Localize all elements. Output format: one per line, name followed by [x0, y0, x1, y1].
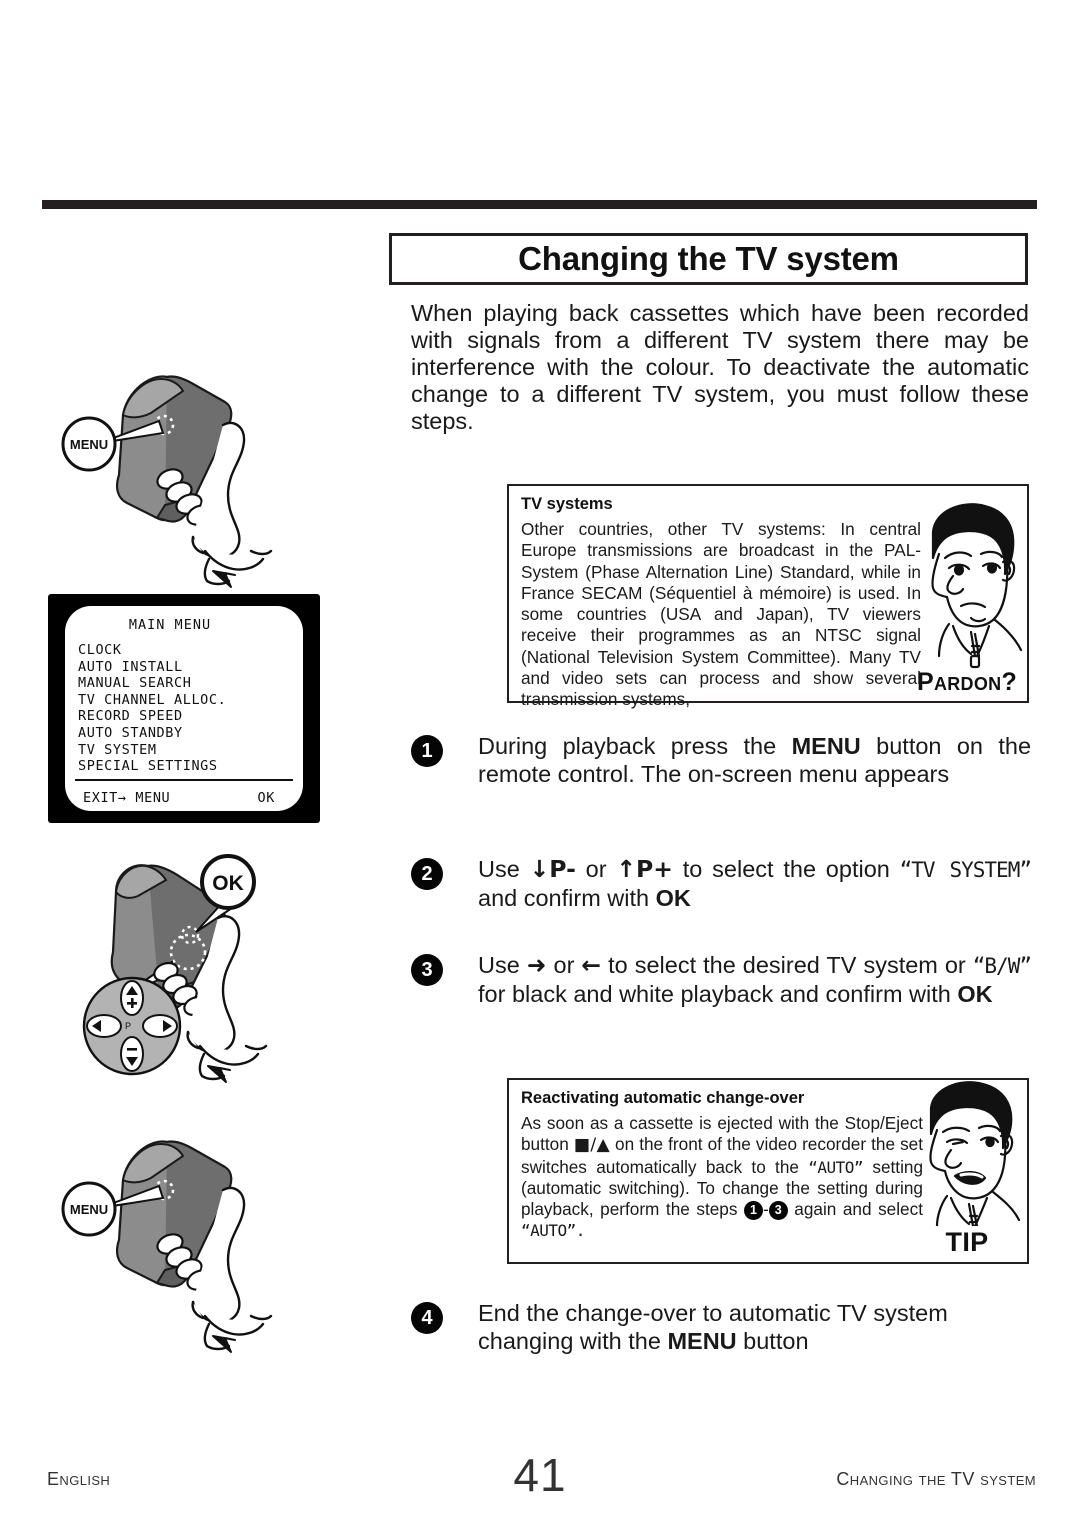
step-2-key-ok: OK	[655, 884, 691, 911]
step-2-text: Use ↓P- or ↑P+ to select the option “TV …	[478, 855, 1032, 912]
step-2-key-p-minus: ↓P-	[529, 855, 576, 883]
tip-auto-value-2: “AUTO”.	[521, 1221, 585, 1241]
footer-section-title: Changing the TV system	[836, 1469, 1036, 1489]
step-2-badge: 2	[411, 858, 443, 890]
intro-paragraph: When playing back cassettes which have b…	[411, 300, 1029, 435]
step-2-option-tv-system: “TV SYSTEM”	[899, 858, 1032, 882]
step-3-key-left-arrow: ←	[581, 951, 602, 979]
step-3-key-right-arrow: ➜	[526, 951, 547, 979]
tip-step-ref-dash: -	[762, 1199, 769, 1220]
step-3-or: or	[553, 952, 575, 978]
tip-step-ref-1: 1	[743, 1201, 763, 1221]
step-2-text-a: Use	[478, 856, 520, 882]
info-box-tv-systems: TV systems Other countries, other TV sys…	[507, 484, 1029, 709]
tip-body-part4: again and select	[794, 1199, 923, 1220]
callout-label-menu: MENU	[70, 437, 108, 452]
illustration-remote-menu-top: MENU	[55, 355, 345, 590]
step-3: 3 Use ➜ or ← to select the desired TV sy…	[411, 951, 1032, 1008]
osd-footer: EXIT→ MENU OK	[77, 790, 291, 806]
illustration-remote-menu-bottom: MENU	[55, 1120, 345, 1355]
remote-control-navigation-icon: OK P	[82, 854, 268, 1083]
callout-label-menu-2: MENU	[70, 1202, 108, 1217]
tip-step-ref-3: 3	[768, 1201, 788, 1221]
osd-item-manual-search[interactable]: MANUAL SEARCH	[78, 675, 303, 692]
osd-item-clock[interactable]: CLOCK	[78, 642, 303, 659]
page-title-box: Changing the TV system	[389, 233, 1028, 285]
step-1-key-menu: MENU	[791, 733, 861, 759]
info-box-tv-systems-body: Other countries, other TV systems: In ce…	[521, 519, 921, 710]
osd-item-special-settings[interactable]: SPECIAL SETTINGS	[78, 758, 303, 775]
step-2-text-b: to select the option	[682, 856, 890, 882]
pardon-label: Pardon?	[916, 668, 1018, 696]
pardon-character-illustration: Pardon?	[909, 496, 1025, 701]
osd-item-record-speed[interactable]: RECORD SPEED	[78, 708, 303, 725]
osd-ok-label[interactable]: OK	[258, 790, 291, 806]
remote-control-hand-icon-2: MENU	[61, 1140, 273, 1353]
callout-label-ok: OK	[212, 872, 244, 895]
info-box-tip-body: As soon as a cassette is ejected with th…	[521, 1113, 923, 1242]
step-2-or: or	[585, 856, 607, 882]
tip-label: TIP	[945, 1227, 989, 1257]
step-3-text-c: for black and white playback and confirm…	[478, 980, 951, 1007]
step-3-text: Use ➜ or ← to select the desired TV syst…	[478, 951, 1032, 1008]
illustration-remote-ok-navpad: OK P	[70, 840, 342, 1085]
info-box-tv-systems-text: TV systems Other countries, other TV sys…	[521, 495, 921, 711]
osd-item-tv-channel-alloc[interactable]: TV CHANNEL ALLOC.	[78, 692, 303, 709]
osd-exit-label[interactable]: EXIT→ MENU	[77, 790, 170, 806]
step-3-text-b: to select the desired TV system or	[608, 952, 966, 978]
step-4-text: End the change-over to automatic TV syst…	[478, 1300, 1031, 1355]
page-title: Changing the TV system	[518, 240, 899, 277]
step-4-badge: 4	[411, 1302, 443, 1334]
step-3-key-ok: OK	[957, 980, 993, 1007]
remote-control-hand-icon: MENU	[61, 375, 273, 588]
step-3-text-a: Use	[478, 952, 520, 978]
intro-text: When playing back cassettes which have b…	[411, 300, 1029, 434]
on-screen-menu-illustration: MAIN MENU CLOCK AUTO INSTALL MANUAL SEAR…	[48, 594, 320, 823]
osd-divider	[75, 778, 293, 781]
manual-page: Changing the TV system When playing back…	[0, 0, 1080, 1528]
step-4: 4 End the change-over to automatic TV sy…	[411, 1300, 1031, 1355]
step-3-option-bw: “B/W”	[972, 954, 1032, 978]
osd-item-tv-system[interactable]: TV SYSTEM	[78, 742, 303, 759]
cartoon-face-tip-icon	[929, 1081, 1021, 1226]
info-box-tip: Reactivating automatic change-over As so…	[507, 1078, 1029, 1264]
tip-character-illustration: TIP	[909, 1076, 1025, 1262]
stop-eject-icon: ■/▲	[573, 1135, 610, 1156]
osd-menu-list: CLOCK AUTO INSTALL MANUAL SEARCH TV CHAN…	[78, 642, 303, 775]
tip-auto-value-1: “AUTO”	[808, 1157, 864, 1177]
cartoon-face-pardon-icon	[931, 503, 1023, 669]
step-2-key-p-plus: ↑P+	[616, 855, 673, 883]
step-4-text-b: button	[743, 1327, 809, 1354]
step-1: 1 During playback press the MENU button …	[411, 733, 1031, 788]
header-rule	[42, 200, 1037, 209]
step-4-key-menu: MENU	[667, 1327, 737, 1354]
step-2-text-c: and confirm with	[478, 884, 650, 911]
info-box-tip-heading: Reactivating automatic change-over	[521, 1089, 805, 1107]
navpad-p-label: P	[125, 1021, 131, 1031]
info-box-tip-text: Reactivating automatic change-over As so…	[521, 1089, 923, 1242]
step-3-badge: 3	[411, 954, 443, 986]
step-1-text-a: During playback press the	[478, 733, 777, 759]
osd-title: MAIN MENU	[128, 617, 212, 633]
osd-item-auto-standby[interactable]: AUTO STANDBY	[78, 725, 303, 742]
step-2: 2 Use ↓P- or ↑P+ to select the option “T…	[411, 855, 1032, 912]
info-box-tv-systems-heading: TV systems	[521, 495, 613, 513]
step-1-text: During playback press the MENU button on…	[478, 733, 1031, 788]
on-screen-menu-panel: MAIN MENU CLOCK AUTO INSTALL MANUAL SEAR…	[65, 606, 303, 811]
osd-item-auto-install[interactable]: AUTO INSTALL	[78, 659, 303, 676]
step-1-badge: 1	[411, 735, 443, 767]
